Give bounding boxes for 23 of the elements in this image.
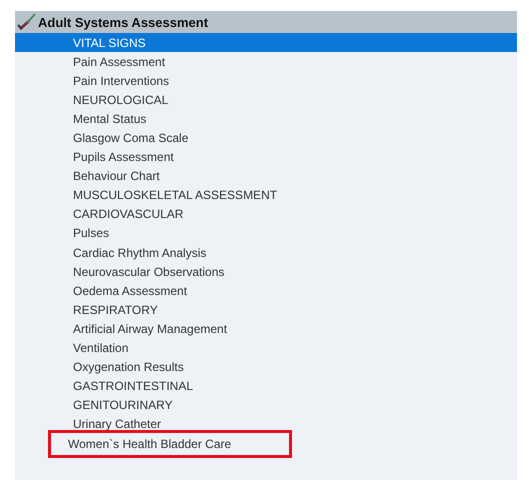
list-item[interactable]: RESPIRATORY xyxy=(15,300,517,320)
tools-icon xyxy=(16,13,38,31)
list-item[interactable]: Mental Status xyxy=(15,109,517,128)
list-item[interactable]: Glasgow Coma Scale xyxy=(15,128,517,148)
list-item[interactable]: Cardiac Rhythm Analysis xyxy=(15,243,517,262)
list-item[interactable]: Urinary Catheter xyxy=(15,414,517,434)
list-item[interactable]: Ventilation xyxy=(15,338,517,358)
list-item[interactable]: Pulses xyxy=(15,224,517,244)
list-item[interactable]: VITAL SIGNS xyxy=(15,33,517,52)
list-item[interactable]: GENITOURINARY xyxy=(15,396,517,415)
header-title: Adult Systems Assessment xyxy=(38,14,208,30)
list-item[interactable]: Pupils Assessment xyxy=(15,148,517,167)
list-item[interactable]: Neurovascular Observations xyxy=(15,262,517,282)
list-item[interactable]: NEUROLOGICAL xyxy=(15,90,517,110)
list-item[interactable]: Artificial Airway Management xyxy=(15,319,517,338)
list-item[interactable]: Oedema Assessment xyxy=(15,281,517,300)
list-item[interactable]: Pain Assessment xyxy=(15,52,517,72)
list-item[interactable]: GASTROINTESTINAL xyxy=(15,376,517,396)
list-item[interactable]: Behaviour Chart xyxy=(15,166,517,186)
list-item[interactable]: MUSCULOSKELETAL ASSESSMENT xyxy=(15,186,517,205)
list-item[interactable]: Pain Interventions xyxy=(15,71,517,90)
list-item[interactable]: Oxygenation Results xyxy=(15,358,517,377)
list-item[interactable]: CARDIOVASCULAR xyxy=(15,204,517,224)
